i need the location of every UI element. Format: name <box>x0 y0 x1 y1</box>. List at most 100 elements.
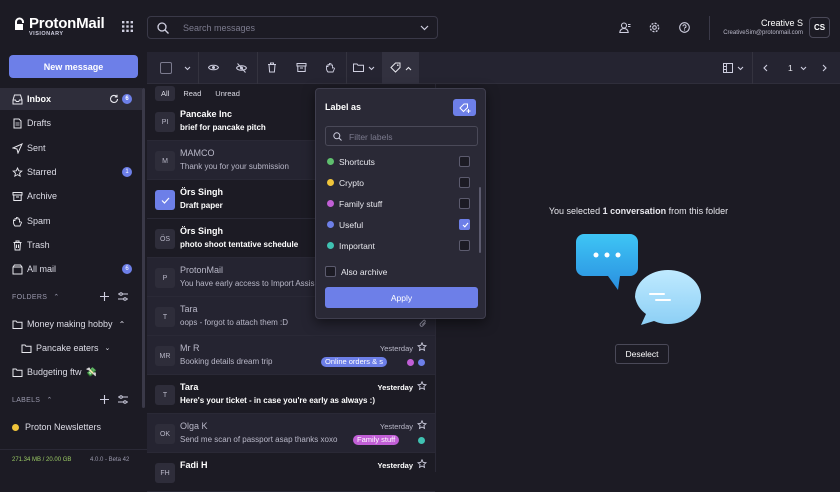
starred-count-badge: 1 <box>122 167 132 177</box>
sender-avatar[interactable]: PI <box>155 112 175 132</box>
selected-checkbox[interactable] <box>155 190 175 210</box>
add-label-button[interactable] <box>453 99 476 116</box>
sidebar-scrollbar[interactable] <box>142 88 145 408</box>
list-item[interactable]: T Tara Here's your ticket - in case you'… <box>147 375 435 414</box>
folder-settings-icon[interactable] <box>118 292 128 301</box>
sender-avatar[interactable]: ÖS <box>155 229 175 249</box>
list-item[interactable]: FH Fadi H Yesterday <box>147 453 435 492</box>
sidebar-label-proton-newsletters[interactable]: Proton Newsletters <box>0 416 142 438</box>
sender-avatar[interactable]: MR <box>155 346 175 366</box>
spam-icon <box>13 216 22 226</box>
message-subject: Booking details dream trip <box>180 357 273 366</box>
contacts-icon[interactable] <box>619 22 631 33</box>
sender-avatar[interactable]: M <box>155 151 175 171</box>
filter-read[interactable]: Read <box>177 86 207 101</box>
label-option-name: Important <box>339 241 375 251</box>
star-icon[interactable] <box>417 342 427 352</box>
sidebar-item-starred[interactable]: Starred 1 <box>0 161 142 183</box>
sidebar-folder-budgeting-ftw[interactable]: Budgeting ftw 💸 <box>0 361 142 383</box>
chevron-down-icon[interactable] <box>184 66 191 71</box>
filter-labels-input[interactable]: Filter labels <box>325 126 478 146</box>
user-name[interactable]: Creative S <box>761 18 803 28</box>
chevron-down-icon[interactable] <box>800 66 807 71</box>
money-emoji-icon: 💸 <box>85 366 97 377</box>
sidebar-item-all-mail[interactable]: All mail 6 <box>0 258 142 280</box>
sender-avatar[interactable]: T <box>155 385 175 405</box>
mark-unread-eye-off-icon[interactable] <box>236 63 247 73</box>
apps-grid-icon[interactable] <box>122 21 133 32</box>
page-number[interactable]: 1 <box>788 63 793 73</box>
label-chip-family-stuff[interactable]: Family stuff <box>353 435 400 445</box>
dropdown-scrollbar[interactable] <box>479 187 481 253</box>
add-label-icon[interactable] <box>100 395 109 404</box>
sidebar-folder-pancake-eaters[interactable]: Pancake eaters ⌄ <box>0 337 142 359</box>
sender-avatar[interactable]: T <box>155 307 175 327</box>
trash-icon[interactable] <box>267 62 277 73</box>
folders-section-title[interactable]: FOLDERS ⌃ <box>12 293 60 301</box>
spam-icon[interactable] <box>325 62 336 73</box>
also-archive-checkbox[interactable] <box>325 266 336 277</box>
message-date: Yesterday <box>377 461 413 470</box>
label-checkbox-checked[interactable] <box>459 219 470 230</box>
label-settings-icon[interactable] <box>118 395 128 404</box>
inbox-icon <box>12 94 23 104</box>
sidebar-item-trash[interactable]: Trash <box>0 234 142 256</box>
label-option-family-stuff[interactable]: Family stuff <box>327 198 477 210</box>
label-option-shortcuts[interactable]: Shortcuts <box>327 156 477 168</box>
sidebar-item-inbox[interactable]: Inbox 6 <box>0 88 142 110</box>
chevron-down-icon[interactable] <box>737 66 744 71</box>
logo[interactable]: ProtonMail VISIONARY <box>14 16 105 37</box>
label-checkbox[interactable] <box>459 198 470 209</box>
previous-page-icon[interactable] <box>763 64 768 72</box>
settings-gear-icon[interactable] <box>649 22 660 33</box>
label-option-useful[interactable]: Useful <box>327 219 477 231</box>
sidebar-item-drafts[interactable]: Drafts <box>0 112 142 134</box>
sidebar-item-archive[interactable]: Archive <box>0 185 142 207</box>
chevron-up-icon: ⌃ <box>53 294 60 301</box>
star-icon[interactable] <box>417 459 427 469</box>
label-option-important[interactable]: Important <box>327 240 477 252</box>
layout-icon[interactable] <box>723 63 733 73</box>
label-chip-online-orders[interactable]: Online orders & s <box>321 357 387 367</box>
deselect-button[interactable]: Deselect <box>615 344 669 364</box>
new-message-button[interactable]: New message <box>9 55 138 78</box>
sidebar-folder-money-making-hobby[interactable]: Money making hobby ⌃ <box>0 313 142 335</box>
mark-read-eye-icon[interactable] <box>208 63 219 72</box>
chevron-down-icon[interactable]: ⌄ <box>105 344 111 352</box>
select-all-checkbox[interactable] <box>160 62 172 74</box>
labels-section-title[interactable]: LABELS ⌃ <box>12 396 53 404</box>
chevron-up-icon[interactable]: ⌃ <box>119 320 126 329</box>
star-icon[interactable] <box>417 420 427 430</box>
label-checkbox[interactable] <box>459 240 470 251</box>
move-to-folder-icon[interactable] <box>353 63 364 72</box>
label-as-button[interactable] <box>382 52 419 84</box>
sender-avatar[interactable]: FH <box>155 463 175 483</box>
sidebar-item-sent[interactable]: Sent <box>0 137 142 159</box>
label-checkbox[interactable] <box>459 177 470 188</box>
sender-avatar[interactable]: OK <box>155 424 175 444</box>
sender-avatar[interactable]: P <box>155 268 175 288</box>
selection-count: 1 conversation <box>602 206 667 216</box>
sidebar-item-spam[interactable]: Spam <box>0 210 142 232</box>
search-input[interactable]: Search messages <box>147 16 438 39</box>
chevron-down-icon[interactable] <box>368 66 375 71</box>
list-item[interactable]: OK Olga K Send me scan of passport asap … <box>147 414 435 453</box>
trash-icon <box>13 240 22 250</box>
sender-name: ProtonMail <box>180 265 224 275</box>
label-option-crypto[interactable]: Crypto <box>327 177 477 189</box>
list-item[interactable]: MR Mr R Booking details dream trip Yeste… <box>147 336 435 375</box>
archive-icon[interactable] <box>296 62 307 73</box>
avatar[interactable]: CS <box>809 17 830 38</box>
label-checkbox[interactable] <box>459 156 470 167</box>
add-folder-icon[interactable] <box>100 292 109 301</box>
refresh-icon[interactable] <box>109 94 119 104</box>
logo-text: ProtonMail <box>29 15 105 32</box>
chevron-down-icon[interactable] <box>420 25 429 31</box>
sidebar-item-label: Trash <box>27 240 50 250</box>
help-icon[interactable] <box>679 22 690 33</box>
filter-all[interactable]: All <box>155 86 176 101</box>
apply-button[interactable]: Apply <box>325 287 478 308</box>
next-page-icon[interactable] <box>822 64 827 72</box>
star-icon[interactable] <box>417 381 427 391</box>
filter-unread[interactable]: Unread <box>209 86 246 101</box>
